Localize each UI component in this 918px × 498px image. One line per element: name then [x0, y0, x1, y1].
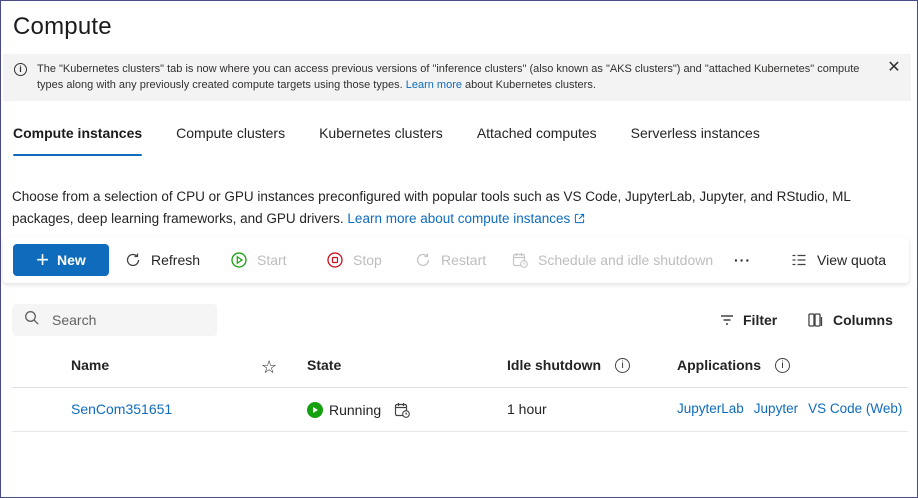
- columns-icon: [807, 311, 825, 329]
- calendar-clock-icon: [510, 250, 530, 270]
- info-icon[interactable]: i: [775, 357, 791, 373]
- tab-kubernetes-clusters[interactable]: Kubernetes clusters: [319, 125, 443, 157]
- tab-compute-clusters[interactable]: Compute clusters: [176, 125, 285, 157]
- columns-label: Columns: [833, 312, 893, 328]
- applications-cell: JupyterLab Jupyter VS Code (Web): [677, 401, 902, 416]
- state-text: Running: [329, 402, 382, 418]
- start-label: Start: [257, 252, 287, 268]
- app-link-vscode-web[interactable]: VS Code (Web): [808, 401, 902, 416]
- close-icon[interactable]: ✕: [887, 60, 901, 76]
- tab-serverless-instances[interactable]: Serverless instances: [631, 125, 760, 157]
- instance-name-link[interactable]: SenCom351651: [71, 401, 172, 417]
- idle-shutdown-label: Idle shutdown: [507, 357, 602, 373]
- more-options-button[interactable]: ···: [734, 237, 751, 283]
- restart-button[interactable]: Restart: [413, 237, 486, 283]
- running-status-icon: [307, 402, 323, 418]
- state-cell: Running: [307, 401, 411, 419]
- schedule-icon[interactable]: [393, 401, 411, 419]
- applications-label: Applications: [677, 357, 762, 373]
- plus-icon: +: [36, 247, 50, 272]
- refresh-icon: [123, 250, 143, 270]
- row-divider: [12, 431, 908, 432]
- play-icon: [229, 250, 249, 270]
- tab-attached-computes[interactable]: Attached computes: [477, 125, 597, 157]
- restart-icon: [413, 250, 433, 270]
- tab-compute-instances[interactable]: Compute instances: [13, 125, 143, 157]
- view-quota-label: View quota: [817, 252, 887, 268]
- info-banner: i The "Kubernetes clusters" tab is now w…: [3, 54, 911, 101]
- refresh-button[interactable]: Refresh: [123, 237, 200, 283]
- column-header-name[interactable]: Name: [71, 357, 109, 373]
- schedule-idle-shutdown-button[interactable]: Schedule and idle shutdown: [510, 237, 713, 283]
- external-link-icon: [574, 213, 585, 224]
- tab-bar: Compute instances Compute clusters Kuber…: [13, 125, 794, 159]
- app-link-jupyter[interactable]: Jupyter: [754, 401, 798, 416]
- banner-learn-more-link[interactable]: Learn more: [406, 79, 462, 91]
- stop-label: Stop: [353, 252, 382, 268]
- banner-message: The "Kubernetes clusters" tab is now whe…: [37, 61, 877, 93]
- restart-label: Restart: [441, 252, 487, 268]
- search-input[interactable]: [52, 312, 192, 328]
- column-header-applications[interactable]: Applications i: [677, 357, 791, 373]
- refresh-label: Refresh: [151, 252, 201, 268]
- info-icon: i: [14, 63, 27, 76]
- learn-more-compute-link[interactable]: Learn more about compute instances: [347, 211, 585, 226]
- banner-text-after: about Kubernetes clusters.: [461, 79, 596, 91]
- view-quota-button[interactable]: View quota: [789, 237, 886, 283]
- column-header-idle-shutdown[interactable]: Idle shutdown i: [507, 357, 631, 373]
- search-icon: [24, 310, 40, 331]
- app-link-jupyterlab[interactable]: JupyterLab: [677, 401, 744, 416]
- command-toolbar: + New Refresh Start Stop Restart Schedul…: [3, 237, 909, 283]
- stop-button[interactable]: Stop: [325, 237, 382, 283]
- header-divider: [12, 387, 908, 388]
- info-icon[interactable]: i: [615, 357, 631, 373]
- new-button[interactable]: + New: [13, 244, 109, 276]
- idle-shutdown-value: 1 hour: [507, 401, 547, 417]
- column-header-state[interactable]: State: [307, 357, 341, 373]
- list-icon: [789, 250, 809, 270]
- columns-button[interactable]: Columns: [807, 304, 893, 336]
- stop-icon: [325, 250, 345, 270]
- schedule-label: Schedule and idle shutdown: [538, 252, 714, 268]
- page-description: Choose from a selection of CPU or GPU in…: [12, 186, 902, 230]
- favorite-star-icon[interactable]: ☆: [261, 357, 277, 378]
- search-box[interactable]: [12, 304, 217, 336]
- start-button[interactable]: Start: [229, 237, 287, 283]
- filter-button[interactable]: Filter: [719, 304, 777, 336]
- window-frame: Compute i The "Kubernetes clusters" tab …: [0, 0, 918, 498]
- filter-icon: [719, 312, 735, 328]
- page-title: Compute: [13, 13, 112, 40]
- filter-label: Filter: [743, 312, 778, 328]
- new-button-label: New: [57, 252, 86, 268]
